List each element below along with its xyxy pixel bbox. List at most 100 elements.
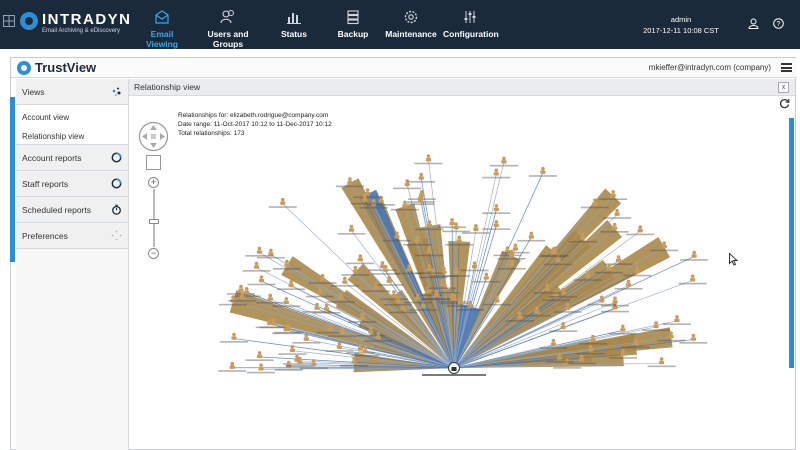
app-grid-icon[interactable] [3, 15, 15, 27]
contact-node-label [256, 256, 285, 259]
nav-email-viewing[interactable]: Email Viewing [134, 0, 190, 49]
contact-node-label [539, 255, 568, 258]
nav-status[interactable]: Status [274, 0, 314, 49]
contact-node-icon [426, 267, 432, 272]
contact-node-icon [407, 264, 411, 269]
contact-node-icon [328, 323, 333, 328]
contact-node-icon [314, 306, 320, 310]
contact-node-label [337, 233, 366, 235]
contact-node-label [600, 310, 629, 313]
contact-node-icon [239, 284, 243, 289]
contact-node-icon [284, 297, 289, 301]
contact-node-label [650, 249, 679, 252]
sidebar-section-account-reports[interactable]: Account reports [16, 145, 128, 171]
contact-node-icon [513, 243, 518, 248]
contact-node-icon [473, 227, 479, 231]
center-node-icon [451, 367, 457, 371]
contact-node-icon [395, 299, 401, 303]
hand-tool-icon[interactable] [146, 155, 161, 170]
database-icon [347, 10, 359, 25]
contact-node-label [428, 287, 457, 290]
sidebar-section-views[interactable]: Views [16, 79, 128, 105]
pie-chart-icon [111, 152, 122, 163]
user-icon[interactable] [748, 18, 759, 29]
nav-users-and-groups[interactable]: Users and Groups [193, 0, 263, 49]
contact-node-icon [450, 292, 455, 297]
help-icon[interactable]: ? [773, 18, 784, 29]
contact-node-icon [391, 293, 397, 298]
contact-node-icon [675, 315, 679, 319]
contact-node-icon [454, 222, 458, 226]
contact-node-icon [468, 300, 473, 305]
contact-node-icon [406, 268, 412, 272]
contact-node-icon [662, 241, 667, 245]
sidebar-item-account-view[interactable]: Account view [16, 105, 128, 126]
contact-node-icon [579, 357, 585, 362]
contact-node-icon [303, 337, 309, 341]
relationship-graph[interactable] [129, 96, 789, 450]
contact-node-label [218, 370, 247, 372]
contact-node-label [482, 176, 511, 179]
contact-node-label [325, 350, 354, 352]
zoom-out-button[interactable]: − [148, 248, 159, 259]
stopwatch-icon [112, 204, 121, 215]
contact-node-label [438, 226, 467, 228]
contact-node-icon [254, 261, 259, 266]
contact-node-icon [340, 327, 345, 331]
sidebar-section-preferences[interactable]: Preferences [16, 223, 128, 249]
sidebar: Views Account view Relationship view Acc… [16, 79, 129, 450]
contact-node-label [245, 255, 274, 257]
hamburger-menu-icon[interactable] [781, 63, 792, 72]
zoom-in-button[interactable]: + [148, 177, 159, 188]
contact-node-icon [580, 232, 585, 237]
brand-tagline: Email Archiving & eDiscovery [42, 28, 121, 34]
contact-node-icon [638, 225, 642, 229]
contact-node-icon [425, 289, 431, 294]
sidebar-item-relationship-view[interactable]: Relationship view [16, 126, 128, 145]
pan-control[interactable] [138, 121, 169, 152]
contact-node-label [395, 272, 424, 275]
contact-node-label [609, 357, 638, 359]
nav-maintenance[interactable]: Maintenance [384, 0, 438, 49]
contact-node-label [657, 339, 686, 342]
zoom-slider-handle[interactable] [149, 219, 159, 224]
contact-node-icon [362, 194, 367, 199]
nav-backup[interactable]: Backup [333, 0, 373, 49]
contact-node-icon [419, 172, 424, 177]
contact-node-label [328, 335, 357, 337]
contact-node-icon [415, 293, 420, 298]
contact-node-icon [454, 266, 459, 271]
contact-node-icon [360, 312, 365, 317]
contact-node-icon [395, 231, 399, 236]
contact-node-label [335, 185, 364, 188]
contact-node-label [353, 196, 382, 199]
contact-node-icon [653, 324, 659, 329]
contact-node-icon [561, 322, 565, 326]
zoom-slider-track[interactable] [153, 189, 155, 247]
close-button[interactable]: x [778, 82, 789, 93]
contact-node-icon [612, 306, 618, 310]
sidebar-section-staff-reports[interactable]: Staff reports [16, 171, 128, 197]
contact-node-label [461, 232, 490, 234]
contact-node-icon [240, 291, 244, 296]
contact-node-icon [637, 228, 643, 233]
contact-node-label [482, 228, 511, 230]
contact-node-icon [349, 224, 354, 229]
contact-node-icon [560, 325, 566, 330]
nav-configuration[interactable]: Configuration [443, 0, 499, 49]
contact-node-icon [353, 265, 358, 270]
pie-chart-icon [111, 178, 122, 189]
contact-node-icon [457, 300, 464, 305]
contact-node-icon [551, 338, 556, 343]
contact-node-icon [403, 200, 407, 205]
contact-node-icon [620, 328, 626, 332]
users-icon [220, 10, 234, 24]
contact-node-icon [238, 288, 244, 292]
contact-node-label [247, 283, 276, 286]
contact-node-label [501, 251, 530, 254]
contact-node-icon [256, 354, 263, 359]
contact-node-icon [284, 263, 290, 267]
contact-node-icon [659, 357, 664, 361]
contact-node-label [277, 288, 306, 290]
sidebar-section-scheduled-reports[interactable]: Scheduled reports [16, 197, 128, 223]
